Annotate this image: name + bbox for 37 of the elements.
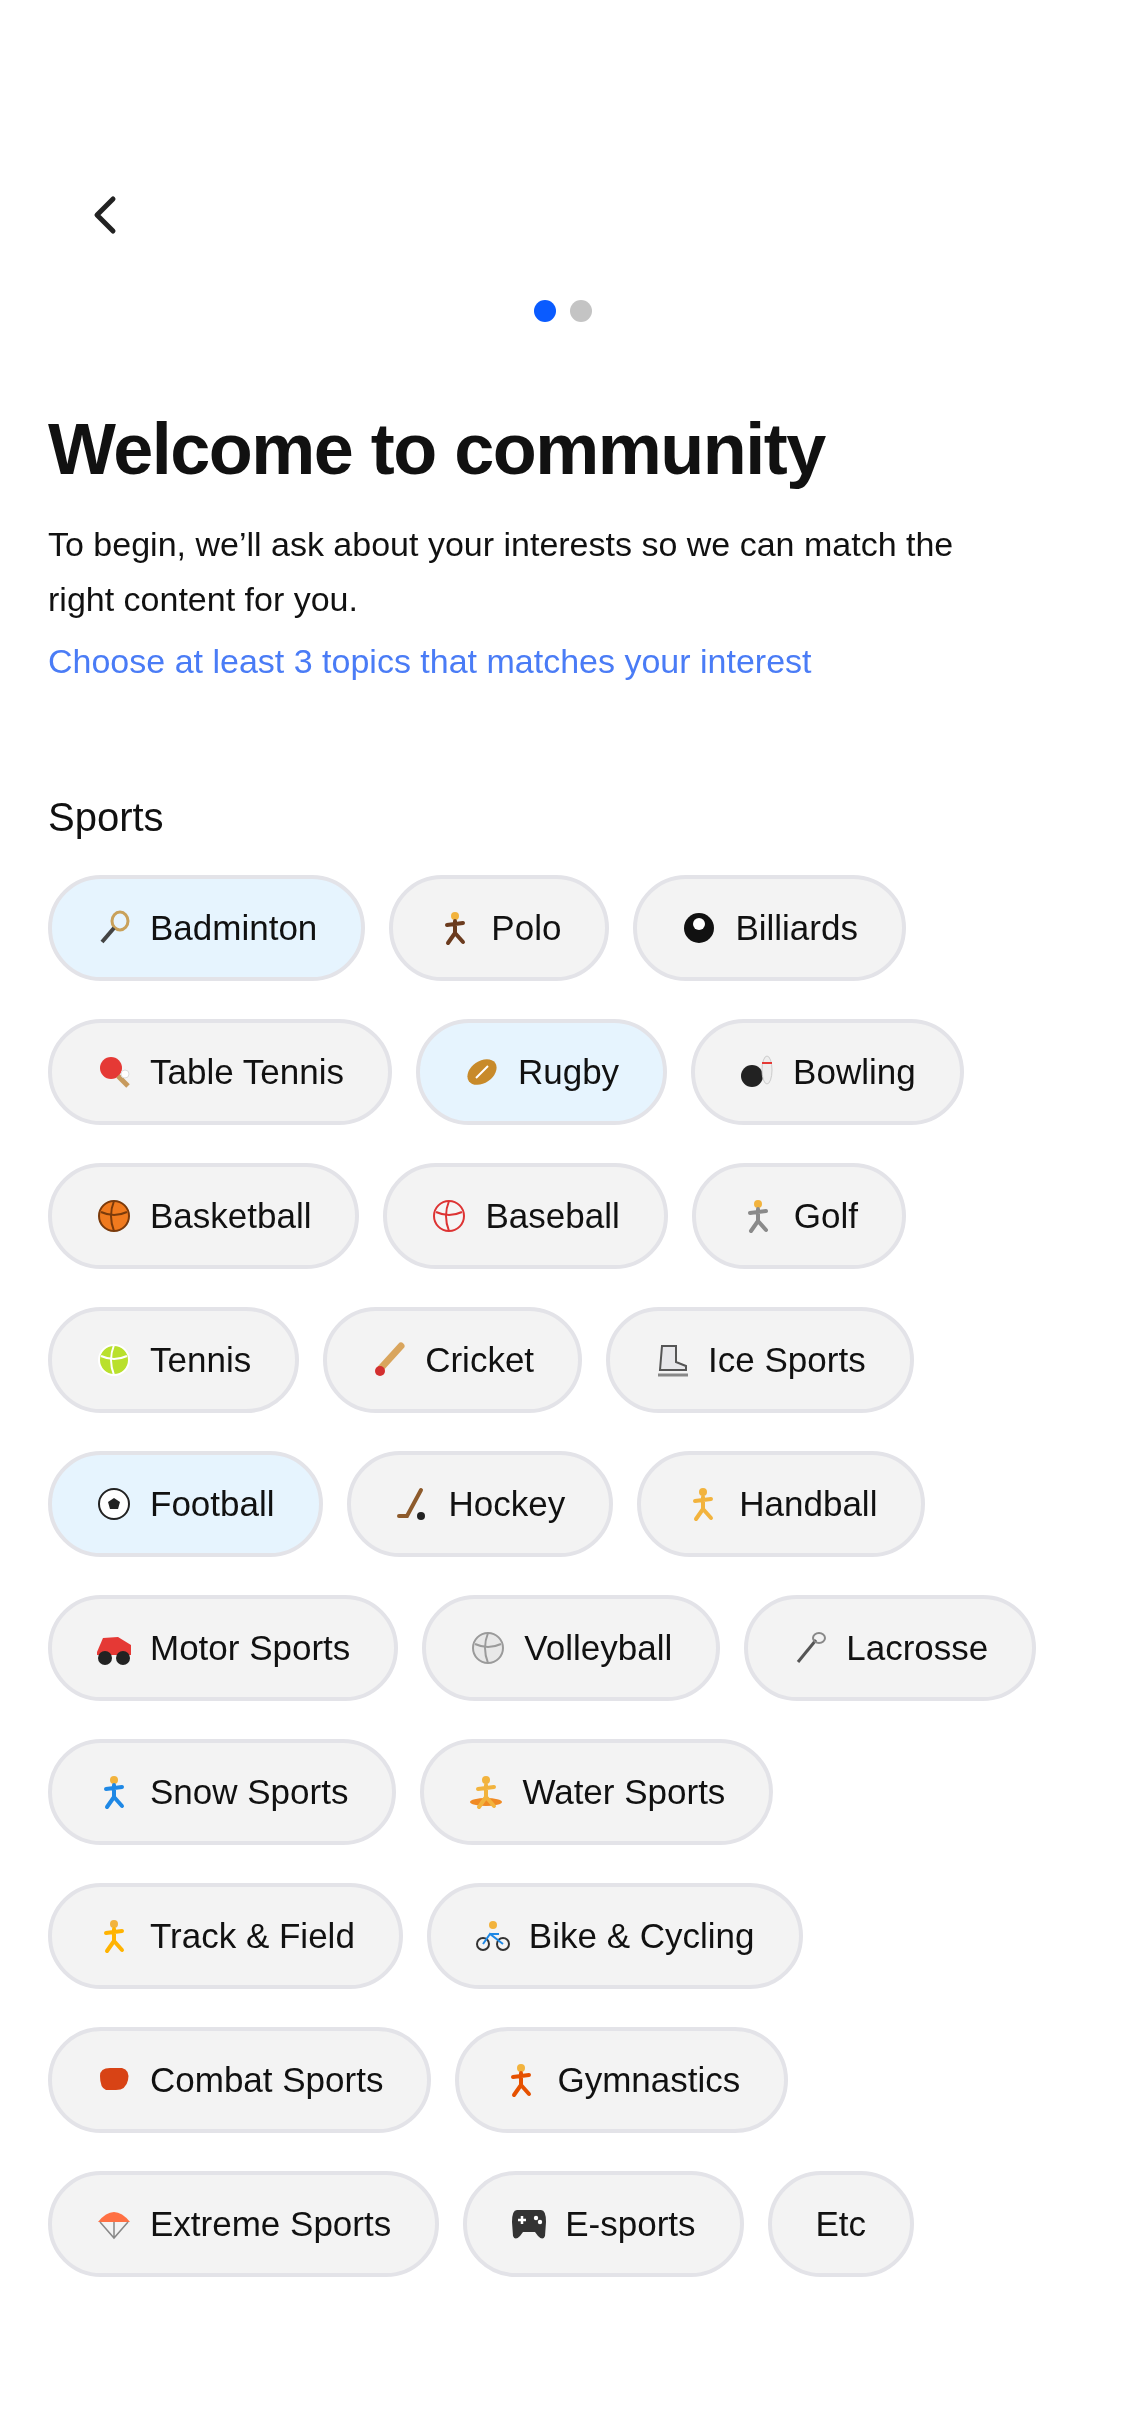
ball-icon [470,1629,507,1666]
topic-chip[interactable]: Etc [767,2170,915,2277]
topic-chip[interactable]: Motor Sports [48,1594,399,1701]
topic-chip[interactable]: Lacrosse [744,1594,1037,1701]
topic-chip[interactable]: Golf [691,1162,906,1269]
topic-chip[interactable]: Snow Sports [48,1738,397,1845]
ball-icon [96,1197,132,1234]
topic-chip[interactable]: Combat Sports [48,2026,432,2133]
ball-icon [96,1485,132,1522]
topic-chip[interactable]: Bowling [691,1018,964,1125]
hint-text: Choose at least 3 topics that matches your interest [48,640,813,682]
topic-chip[interactable]: Table Tennis [48,1018,392,1125]
topic-chip[interactable]: Rugby [415,1018,668,1125]
topic-chip[interactable]: Badminton [48,874,366,981]
topic-chip[interactable]: Billiards [633,874,906,981]
topic-chip[interactable]: Hockey [346,1450,614,1557]
topic-chip[interactable]: Handball [637,1450,926,1557]
topic-chip[interactable]: Extreme Sports [48,2170,440,2277]
section-title: Sports [48,793,165,841]
topic-chip[interactable]: Ice Sports [606,1306,914,1413]
topic-chip[interactable]: Football [48,1450,323,1557]
topic-chip[interactable]: Gymnastics [455,2026,789,2133]
topic-chip[interactable]: Cricket [323,1306,583,1413]
topic-chip[interactable]: E-sports [463,2170,744,2277]
topic-chip[interactable]: Bike & Cycling [426,1882,803,1989]
topic-chip[interactable]: Water Sports [420,1738,774,1845]
ball-icon [431,1197,468,1234]
topic-chip[interactable]: Baseball [383,1162,668,1269]
ball-icon [96,1341,132,1378]
intro-text: To begin, we’ll ask about your interests so we can match the right content for you. [48,524,955,620]
topic-chip[interactable]: Track & Field [48,1882,403,1989]
topic-chip[interactable]: Volleyball [422,1594,721,1701]
topic-chip[interactable]: Polo [389,874,610,981]
topic-chip[interactable]: Tennis [48,1306,300,1413]
page-title: Welcome to community [48,410,827,490]
bowling-icon [739,1053,776,1090]
topic-chip[interactable]: Basketball [48,1162,360,1269]
